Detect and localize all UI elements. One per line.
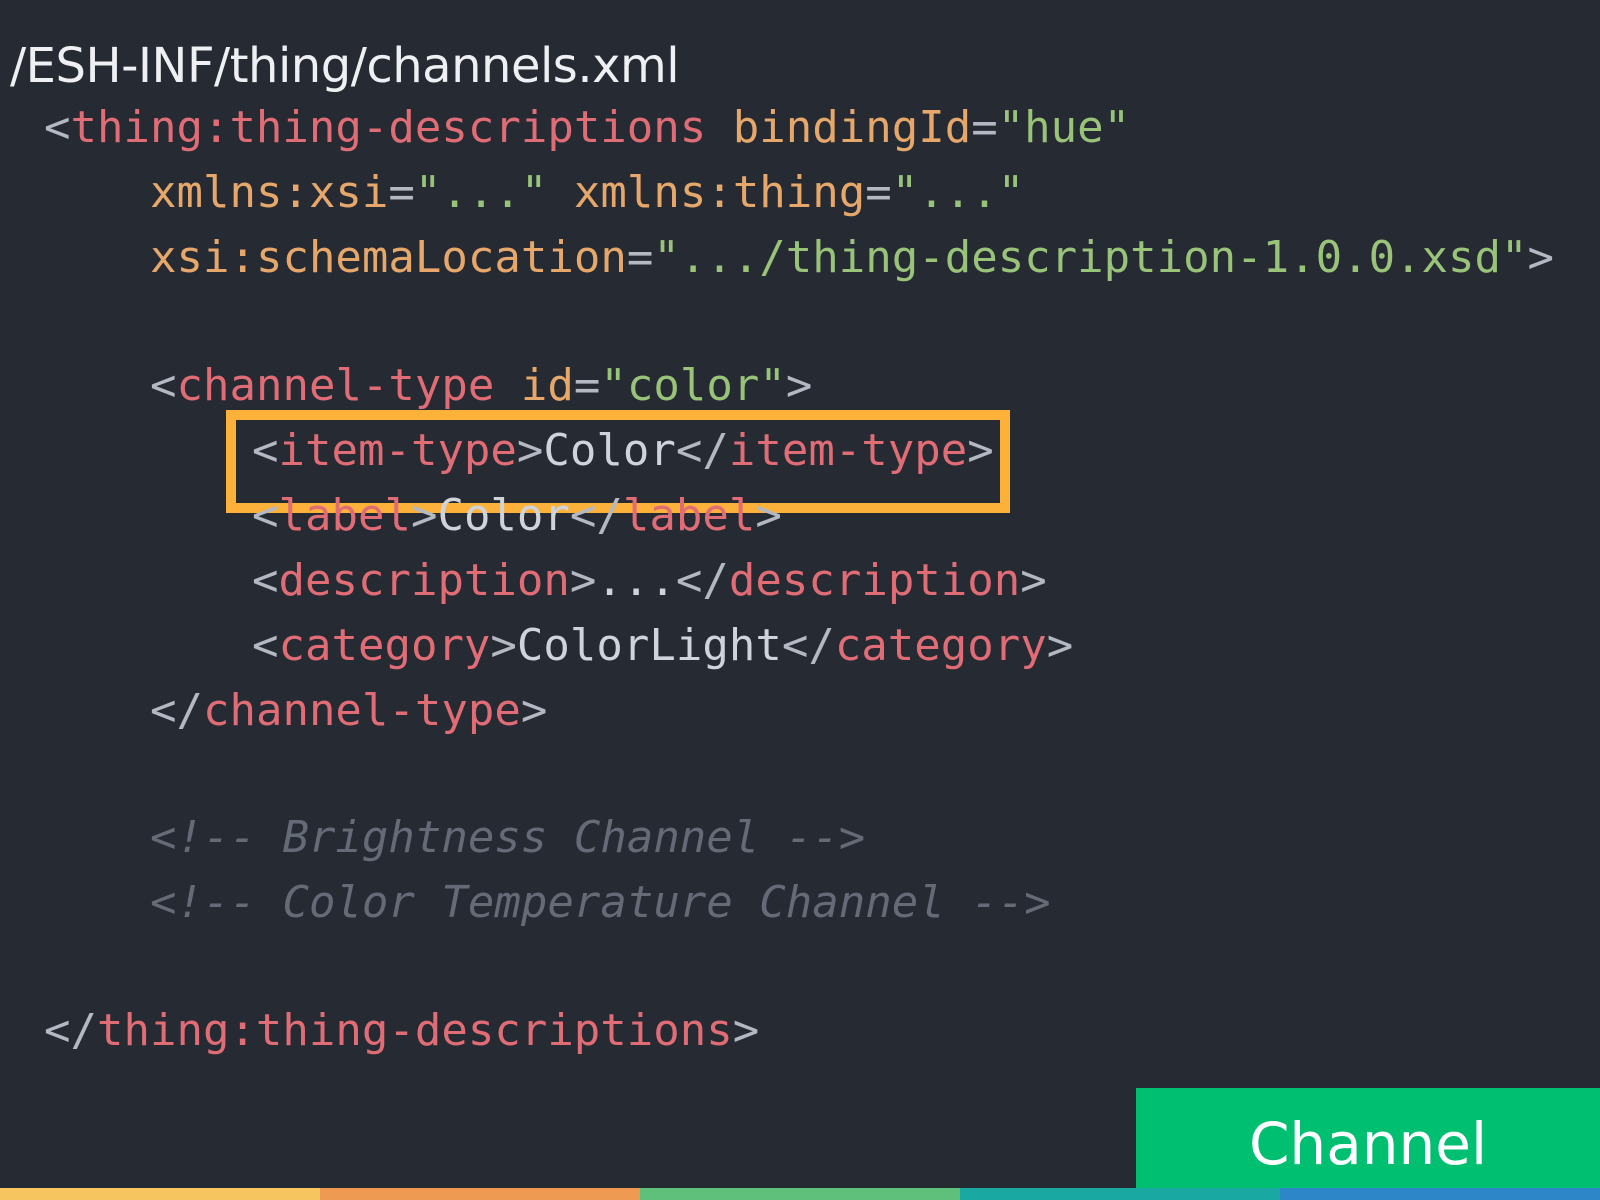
- code-string: "...": [414, 167, 548, 218]
- code-punct: >: [569, 555, 597, 606]
- code-punct: </: [675, 425, 729, 476]
- code-line-thing-descriptions-close: </thing:thing-descriptions>: [44, 1003, 759, 1059]
- code-punct: >: [1527, 232, 1555, 283]
- code-punct: >: [516, 425, 544, 476]
- code-line-description: <description>...</description>: [252, 553, 1047, 609]
- code-comment-color-temperature: <!-- Color Temperature Channel -->: [150, 875, 1051, 931]
- stripe-segment: [1280, 1188, 1600, 1200]
- code-punct: >: [732, 1005, 760, 1056]
- code-punct: <: [252, 620, 279, 671]
- code-string: "hue": [997, 102, 1131, 153]
- code-line-category: <category>ColorLight</category>: [252, 618, 1073, 674]
- stripe-segment: [0, 1188, 320, 1200]
- code-punct: </: [569, 490, 623, 541]
- code-punct: =: [626, 232, 654, 283]
- code-attr: bindingId: [732, 102, 972, 153]
- code-comment-brightness: <!-- Brightness Channel -->: [150, 810, 865, 866]
- code-punct: </: [675, 555, 729, 606]
- code-tag: label: [278, 490, 411, 541]
- stripe-segment: [960, 1188, 1280, 1200]
- code-punct: [706, 102, 733, 153]
- code-attr: xmlns:thing: [573, 167, 866, 218]
- code-text: Color: [543, 425, 676, 476]
- code-tag: item-type: [278, 425, 517, 476]
- code-punct: =: [971, 102, 998, 153]
- code-punct: </: [150, 685, 203, 736]
- stripe-segment: [320, 1188, 640, 1200]
- code-punct: =: [865, 167, 892, 218]
- code-punct: <: [150, 360, 177, 411]
- code-attr: xsi:schemaLocation: [150, 232, 627, 283]
- code-punct: >: [520, 685, 548, 736]
- code-punct: <: [252, 555, 279, 606]
- code-tag: channel-type: [176, 360, 495, 411]
- code-tag: thing:thing-descriptions: [96, 1005, 733, 1056]
- code-tag: thing:thing-descriptions: [70, 102, 707, 153]
- code-line-channel-type-open: <channel-type id="color">: [150, 358, 812, 414]
- code-punct: </: [781, 620, 835, 671]
- code-punct: <: [44, 102, 71, 153]
- code-punct: >: [967, 425, 994, 476]
- code-line-label: <label>Color</label>: [252, 488, 782, 544]
- code-punct: [494, 360, 521, 411]
- code-tag: category: [834, 620, 1047, 671]
- channel-badge: Channel: [1136, 1088, 1600, 1188]
- code-line-channel-type-close: </channel-type>: [150, 683, 547, 739]
- code-comment: <!-- Brightness Channel -->: [150, 812, 866, 863]
- code-text: ...: [596, 555, 676, 606]
- code-tag: item-type: [728, 425, 968, 476]
- code-string: "...": [891, 167, 1025, 218]
- code-attr: xmlns:xsi: [150, 167, 389, 218]
- code-tag: description: [728, 555, 1021, 606]
- code-attr: id: [520, 360, 574, 411]
- code-punct: >: [490, 620, 517, 671]
- code-string: ".../thing-description-1.0.0.xsd": [653, 232, 1528, 283]
- code-text: Color: [437, 490, 570, 541]
- color-stripe: [0, 1188, 1600, 1200]
- code-punct: >: [1046, 620, 1074, 671]
- code-punct: [547, 167, 574, 218]
- code-line-item-type: <item-type>Color</item-type>: [252, 423, 994, 479]
- code-punct: >: [785, 360, 813, 411]
- code-line-thing-descriptions-open: <thing:thing-descriptions bindingId="hue…: [44, 100, 1130, 156]
- code-punct: >: [410, 490, 438, 541]
- code-comment: <!-- Color Temperature Channel -->: [150, 877, 1051, 928]
- code-string: "color": [600, 360, 786, 411]
- file-path-title: /ESH-INF/thing/channels.xml: [10, 38, 680, 94]
- code-tag: channel-type: [202, 685, 521, 736]
- code-punct: >: [755, 490, 782, 541]
- code-line-xmlns: xmlns:xsi="..." xmlns:thing="...": [150, 165, 1024, 221]
- code-punct: <: [252, 490, 279, 541]
- code-line-schema-location: xsi:schemaLocation=".../thing-descriptio…: [150, 230, 1554, 286]
- stripe-segment: [640, 1188, 960, 1200]
- code-punct: <: [252, 425, 279, 476]
- code-punct: >: [1020, 555, 1047, 606]
- code-punct: </: [44, 1005, 97, 1056]
- code-tag: description: [278, 555, 570, 606]
- code-text: ColorLight: [516, 620, 782, 671]
- code-tag: label: [622, 490, 756, 541]
- code-tag: category: [278, 620, 491, 671]
- code-punct: =: [573, 360, 601, 411]
- code-punct: =: [388, 167, 415, 218]
